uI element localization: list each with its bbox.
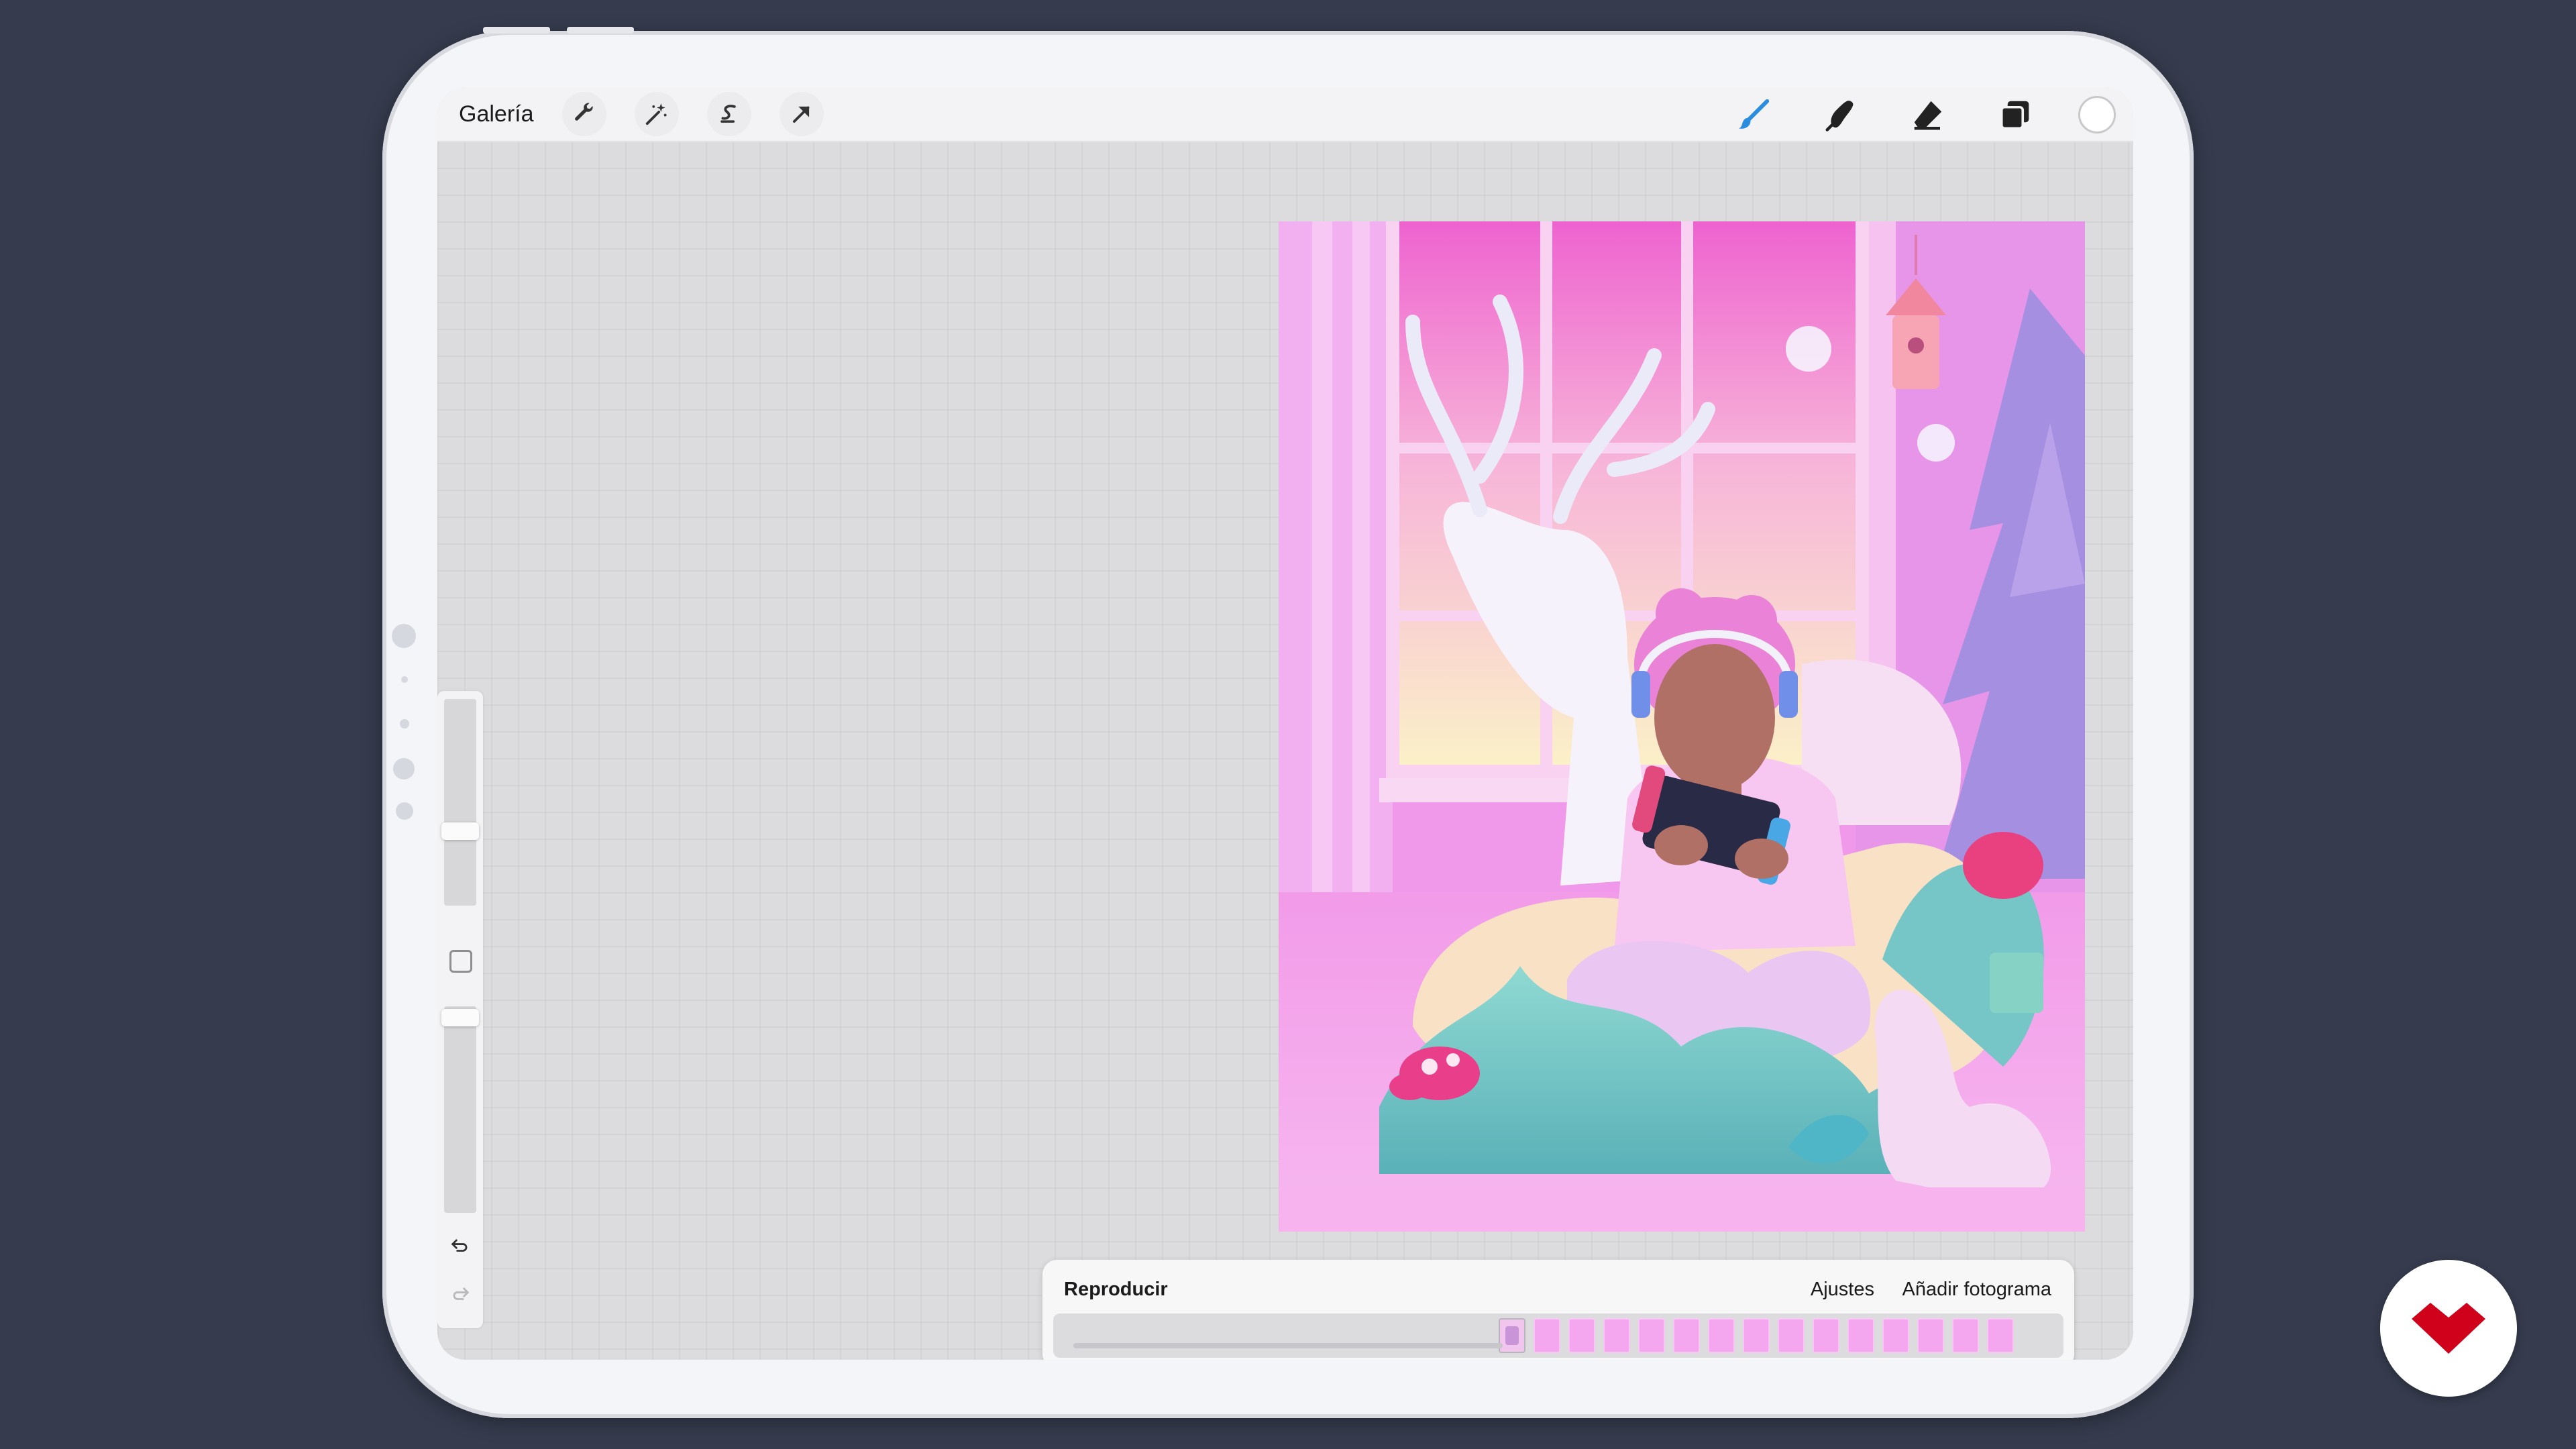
magic-wand-icon — [645, 103, 667, 125]
ipad-frame: Galería Reproducir Ajustes Añadir fotogr… — [382, 27, 2194, 1418]
adjustments-button[interactable] — [634, 92, 679, 136]
opacity-thumb[interactable] — [441, 1009, 479, 1026]
brush-tool[interactable] — [1729, 91, 1778, 139]
frame-timeline[interactable] — [1053, 1313, 2063, 1358]
undo-icon — [451, 1239, 468, 1252]
timeline-frame[interactable] — [1673, 1318, 1700, 1353]
canvas-artwork[interactable] — [1279, 221, 2085, 1232]
gallery-button[interactable]: Galería — [459, 101, 534, 127]
timeline-frame[interactable] — [1987, 1318, 2014, 1353]
add-frame-button[interactable]: Añadir fotograma — [1902, 1279, 2051, 1301]
timeline-frame[interactable] — [1882, 1318, 1909, 1353]
actions-button[interactable] — [561, 92, 606, 136]
timeline-frame[interactable] — [1778, 1318, 1805, 1353]
redo-icon — [453, 1287, 470, 1300]
painting-tools — [1690, 87, 2116, 142]
side-slider-bar — [437, 691, 483, 1328]
settings-button[interactable]: Ajustes — [1811, 1279, 1874, 1301]
camera-lens — [392, 624, 416, 648]
smudge-icon — [1825, 101, 1854, 131]
color-picker-button[interactable] — [2078, 96, 2116, 133]
play-button[interactable]: Reproducir — [1064, 1279, 1168, 1301]
selection-icon — [720, 105, 736, 123]
timeline-frame[interactable] — [1813, 1318, 1839, 1353]
artwork-illustration — [1279, 221, 2085, 1232]
brush-icon — [1738, 99, 1770, 129]
smudge-tool[interactable] — [1817, 91, 1865, 139]
volume-button — [567, 27, 634, 34]
opacity-slider[interactable] — [444, 1006, 476, 1213]
undo-button[interactable] — [448, 1233, 472, 1257]
sensor-dot — [396, 802, 413, 820]
timeline-frame[interactable] — [1917, 1318, 1944, 1353]
wrench-icon — [574, 103, 593, 121]
transform-arrow-icon — [792, 106, 809, 123]
timeline-frame[interactable] — [1743, 1318, 1770, 1353]
home-indicator[interactable] — [1073, 1343, 1503, 1348]
timeline-frame[interactable] — [1952, 1318, 1979, 1353]
timeline-frame[interactable] — [1534, 1318, 1560, 1353]
modify-button[interactable] — [449, 950, 472, 973]
brand-logo — [2380, 1260, 2517, 1397]
eraser-icon — [1914, 101, 1942, 130]
layers-tool[interactable] — [1991, 91, 2039, 139]
timeline-frame[interactable] — [1499, 1318, 1525, 1353]
timeline-frame[interactable] — [1638, 1318, 1665, 1353]
timeline-frame[interactable] — [1708, 1318, 1735, 1353]
brush-size-slider[interactable] — [444, 699, 476, 906]
brand-chevron-icon — [2412, 1303, 2485, 1354]
selection-button[interactable] — [706, 92, 751, 136]
brush-size-thumb[interactable] — [441, 822, 479, 840]
timeline-frame[interactable] — [1603, 1318, 1630, 1353]
top-toolbar: Galería — [437, 87, 2133, 142]
redo-button[interactable] — [448, 1281, 472, 1305]
procreate-screen: Galería Reproducir Ajustes Añadir fotogr… — [437, 87, 2133, 1360]
timeline-frame[interactable] — [1847, 1318, 1874, 1353]
transform-button[interactable] — [779, 92, 824, 136]
camera-lens — [393, 758, 415, 780]
eraser-tool[interactable] — [1904, 91, 1952, 139]
sensor-dot — [401, 676, 408, 683]
sensor-dot — [400, 719, 409, 729]
timeline-frame[interactable] — [1568, 1318, 1595, 1353]
layers-icon — [2000, 101, 2029, 130]
volume-button — [483, 27, 550, 34]
